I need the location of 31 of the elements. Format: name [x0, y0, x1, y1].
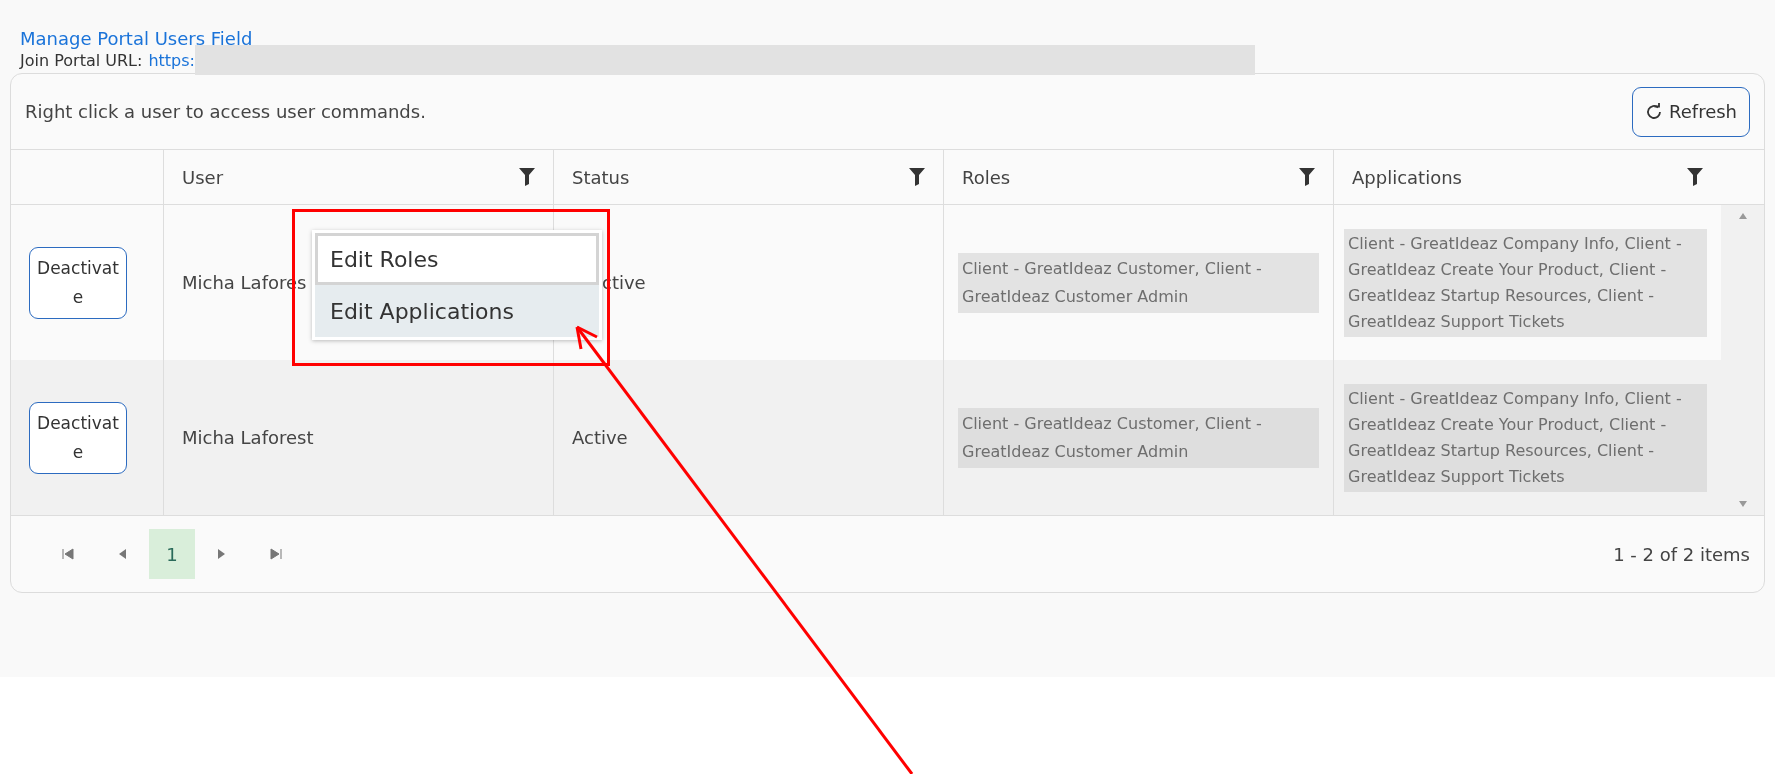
- status-text: Active: [572, 427, 628, 448]
- column-header[interactable]: Roles: [962, 166, 1011, 188]
- roles-text: Client - GreatIdeaz Customer, Client - GreatIdeaz Customer Admin: [958, 252, 1319, 313]
- filter-icon[interactable]: [1687, 168, 1703, 186]
- scroll-up-icon[interactable]: [1738, 213, 1747, 219]
- items-summary: 1 - 2 of 2 items: [1613, 543, 1750, 565]
- user-name: Micha Laforest: [182, 427, 314, 448]
- filter-icon[interactable]: [909, 168, 925, 186]
- filter-icon[interactable]: [1299, 168, 1315, 186]
- deactivate-button[interactable]: Deactivate: [29, 246, 127, 319]
- page-button[interactable]: 1: [149, 529, 195, 579]
- scrollbar[interactable]: [1721, 205, 1764, 515]
- menu-item[interactable]: Edit Roles: [315, 233, 599, 285]
- first-page-icon: [62, 548, 74, 560]
- refresh-icon: [1645, 102, 1663, 121]
- applications-text: Client - GreatIdeaz Company Info, Client - GreatIdeaz Create Your Product, Client - GreatIdeaz Startup Resources, Client - GreatIdeaz Support Tickets: [1344, 383, 1707, 492]
- menu-item[interactable]: Edit Applications: [315, 285, 599, 337]
- column-header[interactable]: Status: [572, 166, 630, 188]
- applications-text: Client - GreatIdeaz Company Info, Client - GreatIdeaz Create Your Product, Client - GreatIdeaz Startup Resources, Client - GreatIdeaz Support Tickets: [1344, 228, 1707, 337]
- roles-text: Client - GreatIdeaz Customer, Client - GreatIdeaz Customer Admin: [958, 407, 1319, 468]
- column-header[interactable]: User: [182, 166, 224, 188]
- page-title[interactable]: Manage Portal Users Field: [20, 28, 1765, 49]
- last-page-icon: [270, 548, 282, 560]
- refresh-button[interactable]: Refresh: [1632, 86, 1750, 137]
- scroll-down-icon[interactable]: [1738, 501, 1747, 507]
- portal-url-link[interactable]: https:: [148, 50, 195, 70]
- column-header[interactable]: Applications: [1352, 166, 1462, 188]
- filter-icon[interactable]: [519, 168, 535, 186]
- url-label: Join Portal URL:: [20, 50, 143, 70]
- deactivate-button[interactable]: Deactivate: [29, 401, 127, 474]
- hint-text: Right click a user to access user commands.: [25, 101, 426, 122]
